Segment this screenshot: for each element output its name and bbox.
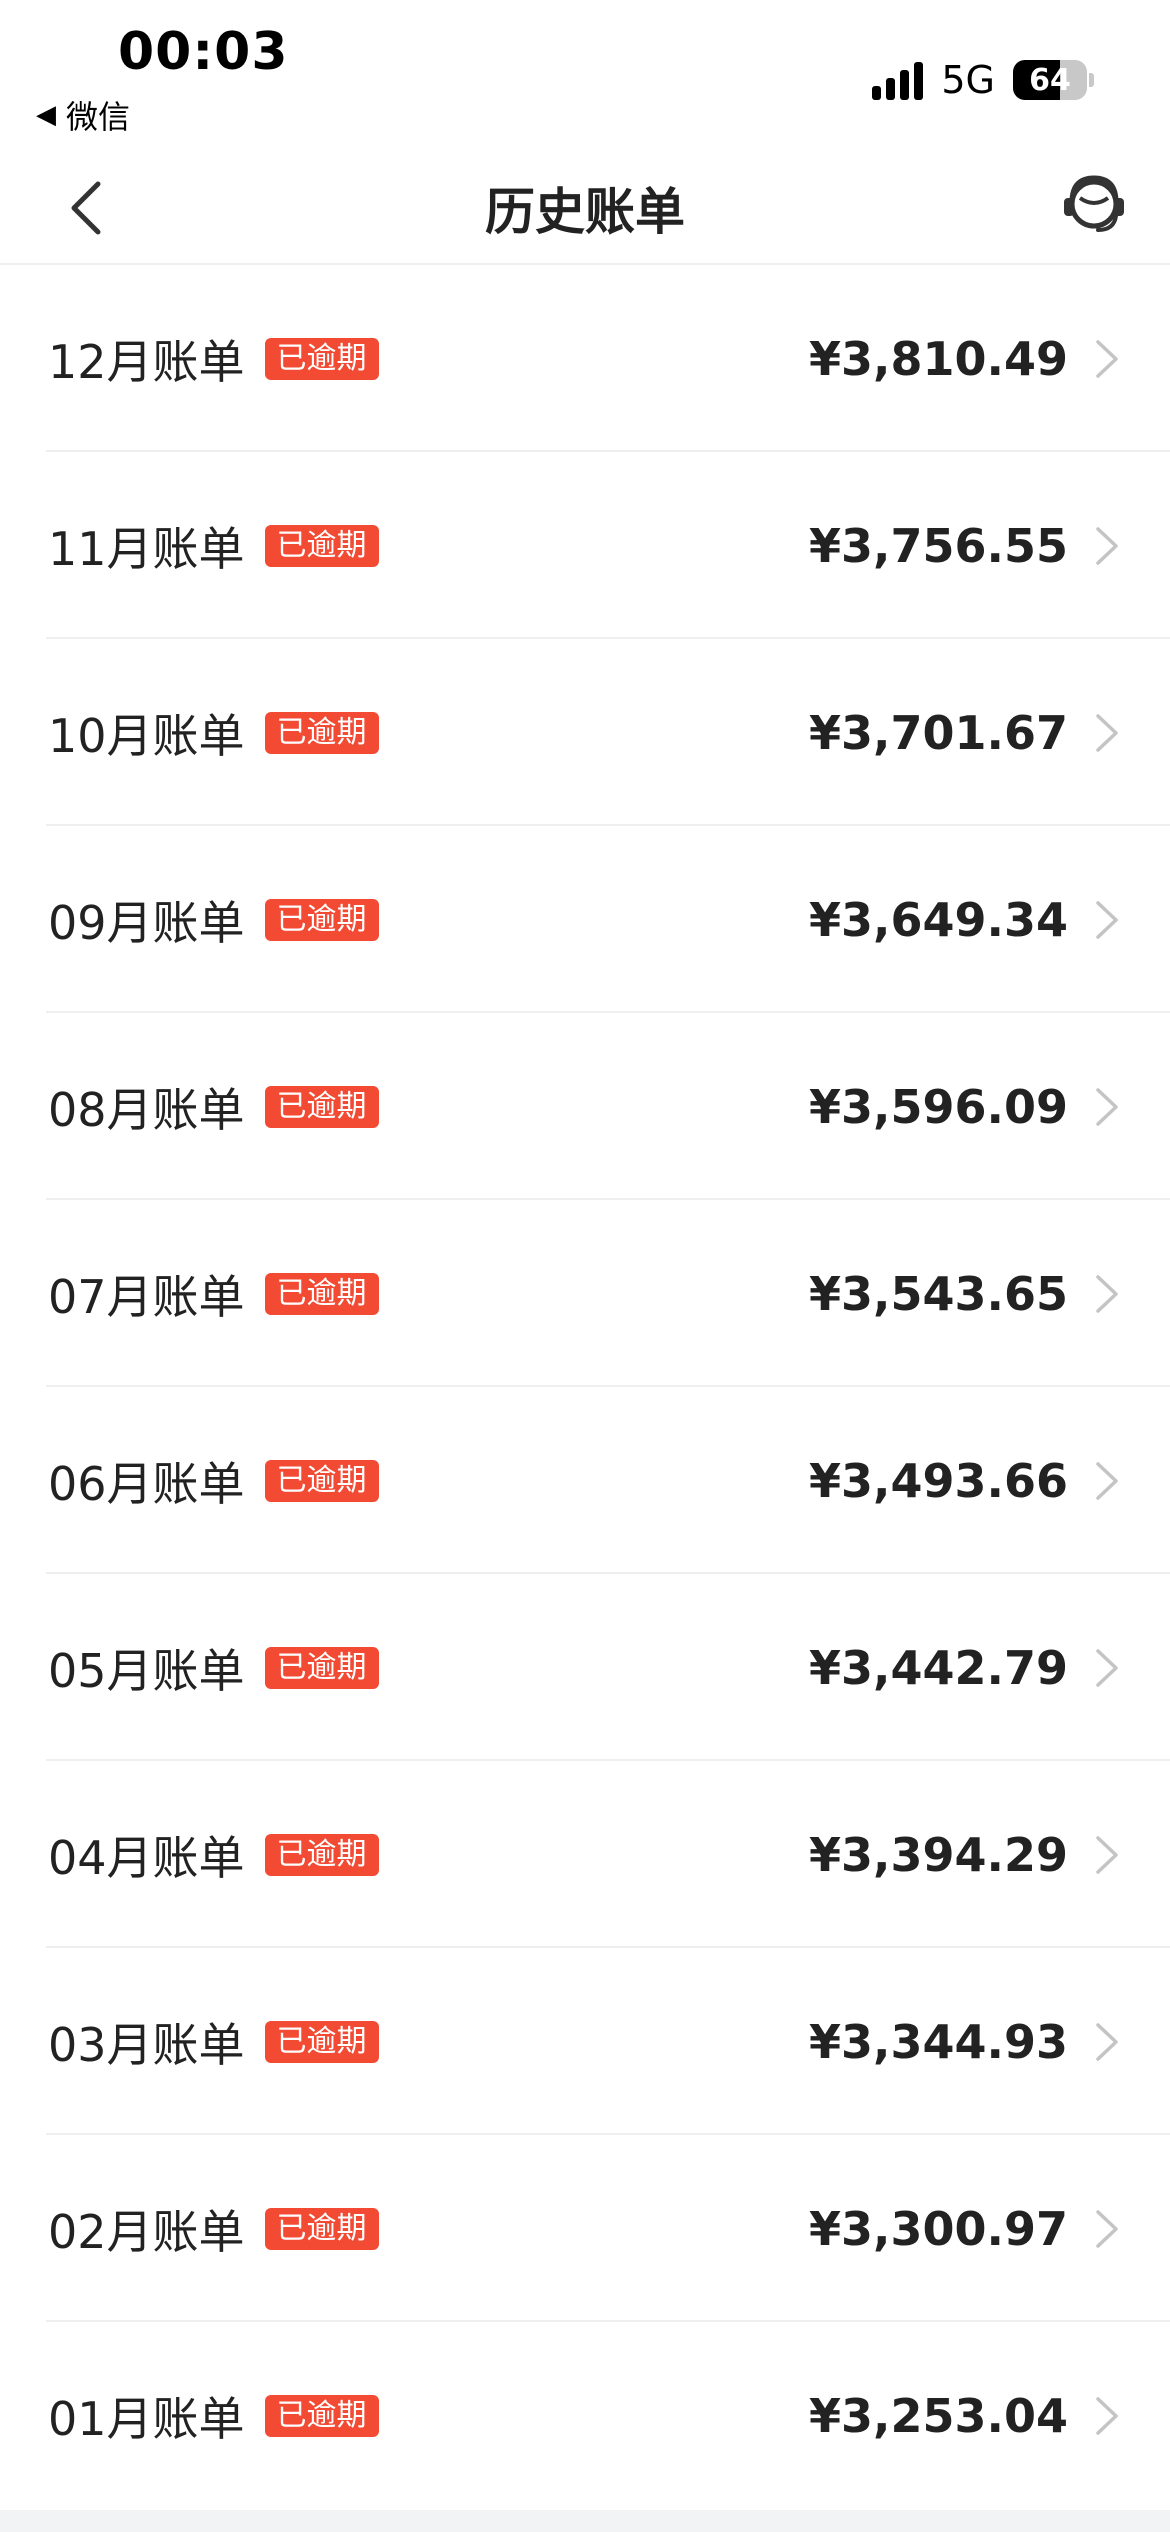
customer-service-button[interactable] (1058, 168, 1130, 240)
bill-amount: ¥3,394.29 (809, 1827, 1068, 1882)
bill-month-label: 06月账单 (48, 1456, 245, 1511)
bill-row[interactable]: 03月账单 已逾期 ¥3,344.93 (0, 1948, 1170, 2135)
chevron-right-icon (1096, 2396, 1118, 2435)
chevron-right-icon (1096, 713, 1118, 752)
chevron-right-icon (1096, 1087, 1118, 1126)
status-bar: 00:03 ◀ 微信 5G 64 (0, 0, 1170, 150)
bill-month-label: 04月账单 (48, 1830, 245, 1885)
overdue-badge: 已逾期 (264, 337, 379, 380)
bill-amount: ¥3,701.67 (809, 705, 1068, 760)
bill-month-label: 12月账单 (48, 334, 245, 389)
overdue-badge: 已逾期 (264, 1833, 379, 1876)
chevron-right-icon (1096, 1461, 1118, 1500)
bill-month-label: 09月账单 (48, 895, 245, 950)
bill-amount: ¥3,300.97 (809, 2201, 1068, 2256)
overdue-badge: 已逾期 (264, 2020, 379, 2063)
overdue-badge: 已逾期 (264, 711, 379, 754)
status-indicators: 5G 64 (872, 58, 1094, 102)
bill-month-label: 02月账单 (48, 2204, 245, 2259)
chevron-right-icon (1096, 2022, 1118, 2061)
bill-row[interactable]: 11月账单 已逾期 ¥3,756.55 (0, 452, 1170, 639)
bill-amount: ¥3,442.79 (809, 1640, 1068, 1695)
bill-month-label: 01月账单 (48, 2391, 245, 2446)
chevron-right-icon (1096, 2209, 1118, 2248)
bill-row[interactable]: 07月账单 已逾期 ¥3,543.65 (0, 1200, 1170, 1387)
overdue-badge: 已逾期 (264, 898, 379, 941)
bill-month-label: 07月账单 (48, 1269, 245, 1324)
overdue-badge: 已逾期 (264, 524, 379, 567)
bill-amount: ¥3,649.34 (809, 892, 1068, 947)
bill-amount: ¥3,543.65 (809, 1266, 1068, 1321)
battery-tip (1089, 73, 1094, 87)
bill-row[interactable]: 04月账单 已逾期 ¥3,394.29 (0, 1761, 1170, 1948)
network-type: 5G (941, 58, 995, 102)
bill-month-label: 11月账单 (48, 521, 245, 576)
bill-amount: ¥3,810.49 (809, 331, 1068, 386)
back-to-app-link[interactable]: ◀ 微信 (36, 92, 130, 138)
overdue-badge: 已逾期 (264, 1085, 379, 1128)
bill-list: 12月账单 已逾期 ¥3,810.49 11月账单 已逾期 ¥3,756.55 10月账单已… (0, 265, 1170, 2509)
chevron-right-icon (1096, 1835, 1118, 1874)
bill-amount: ¥3,596.09 (809, 1079, 1068, 1134)
customer-service-icon (1064, 175, 1124, 232)
bill-amount: ¥3,756.55 (809, 518, 1068, 573)
bill-month-label: 10月账单 (48, 708, 245, 763)
overdue-badge: 已逾期 (264, 2207, 379, 2250)
back-triangle-icon: ◀ (36, 100, 56, 130)
overdue-badge: 已逾期 (264, 1646, 379, 1689)
navigation-bar: 历史账单 (0, 150, 1170, 265)
bill-amount: ¥3,493.66 (809, 1453, 1068, 1508)
bill-month-label: 03月账单 (48, 2017, 245, 2072)
chevron-right-icon (1096, 1274, 1118, 1313)
bill-row[interactable]: 01月账单 已逾期 ¥3,253.04 (0, 2322, 1170, 2509)
bill-amount: ¥3,344.93 (809, 2014, 1068, 2069)
bill-row[interactable]: 10月账单 已逾期 ¥3,701.67 (0, 639, 1170, 826)
overdue-badge: 已逾期 (264, 1272, 379, 1315)
bill-month-label: 08月账单 (48, 1082, 245, 1137)
bill-row[interactable]: 12月账单 已逾期 ¥3,810.49 (0, 265, 1170, 452)
bill-month-label: 05月账单 (48, 1643, 245, 1698)
back-app-label: 微信 (66, 98, 131, 136)
bill-row[interactable]: 05月账单 已逾期 ¥3,442.79 (0, 1574, 1170, 1761)
chevron-right-icon (1096, 526, 1118, 565)
bill-row[interactable]: 06月账单 已逾期 ¥3,493.66 (0, 1387, 1170, 1574)
chevron-right-icon (1096, 1648, 1118, 1687)
chevron-right-icon (1096, 339, 1118, 378)
cellular-signal-icon (872, 60, 924, 100)
status-time: 00:03 (118, 22, 289, 82)
bill-row[interactable]: 02月账单 已逾期 ¥3,300.97 (0, 2135, 1170, 2322)
bill-row[interactable]: 09月账单 已逾期 ¥3,649.34 (0, 826, 1170, 1013)
overdue-badge: 已逾期 (264, 1459, 379, 1502)
bottom-strip (0, 2510, 1170, 2532)
bill-row[interactable]: 08月账单 已逾期 ¥3,596.09 (0, 1013, 1170, 1200)
bill-amount: ¥3,253.04 (809, 2388, 1068, 2443)
battery-icon: 64 (1013, 60, 1087, 100)
overdue-badge: 已逾期 (264, 2394, 379, 2437)
chevron-right-icon (1096, 900, 1118, 939)
battery-percentage: 64 (1029, 62, 1071, 98)
page-title: 历史账单 (485, 183, 685, 241)
